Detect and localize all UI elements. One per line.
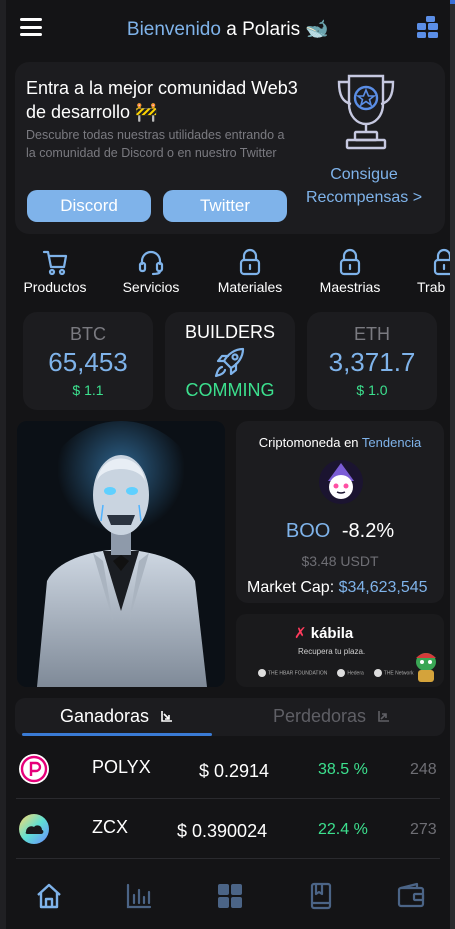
quick-link-materiales[interactable]: Materiales <box>205 248 295 295</box>
coin-price: $ 0.390024 <box>177 821 268 841</box>
row-divider <box>16 858 440 859</box>
coin-rank: 273 <box>410 821 437 838</box>
quick-link-maestrias[interactable]: Maestrias <box>305 248 395 295</box>
eth-change: $ 1.0 <box>356 382 388 398</box>
title-rest: a Polaris 🐋 <box>226 19 330 40</box>
trending-heading: Criptomoneda en Tendencia <box>236 435 444 450</box>
wallet-icon[interactable] <box>397 882 425 910</box>
ad-tagline: Recupera tu plaza. <box>298 647 366 656</box>
partner-item: THE Network <box>373 669 414 677</box>
ad-partners: THE HBAR FOUNDATION Hedera THE Network <box>258 669 414 677</box>
polyx-coin-icon <box>19 754 49 784</box>
quick-link-label: Materiales <box>217 279 283 295</box>
zcx-coin-icon <box>19 814 49 844</box>
btc-symbol: BTC <box>70 324 106 344</box>
tab-gainers[interactable]: Ganadoras <box>60 706 174 727</box>
partner-item: THE HBAR FOUNDATION <box>258 669 327 677</box>
btc-price: 65,453 <box>48 347 128 377</box>
coin-price: $ 0.2914 <box>199 761 270 781</box>
quick-link-productos[interactable]: Productos <box>10 248 100 295</box>
quick-link-label: Trab <box>417 279 446 295</box>
banner-subtitle: Descubre todas nuestras utilidades entra… <box>26 128 285 160</box>
coin-change: 22.4 % <box>318 821 368 838</box>
gainers-losers-tabs: Ganadoras Perdedoras <box>15 698 445 736</box>
community-banner: Entra a la mejor comunidad Web3 de desar… <box>15 62 445 234</box>
kabila-logo: ✗ kábila <box>294 625 354 642</box>
eth-symbol: ETH <box>354 324 390 344</box>
trend-up-icon <box>378 711 390 722</box>
lock-icon <box>239 248 261 276</box>
trending-symbol: BOO <box>285 520 331 542</box>
quick-link-servicios[interactable]: Servicios <box>106 248 196 295</box>
lock-icon <box>339 248 361 276</box>
chart-bars-icon[interactable] <box>125 882 153 910</box>
quick-link-label: Servicios <box>122 279 180 295</box>
partner-item: Hedera <box>337 669 364 677</box>
polaris-logo-icon[interactable] <box>416 15 440 39</box>
tab-losers[interactable]: Perdedoras <box>273 706 391 727</box>
trending-coin-card[interactable]: Criptomoneda en Tendencia BOO -8.2% $3.4… <box>236 421 444 603</box>
trending-heading-text: Criptomoneda en <box>258 435 359 450</box>
market-cap-value: $34,623,545 <box>338 579 428 596</box>
app-screen: Bienvenido a Polaris 🐋 Entra a la mejor … <box>6 0 450 929</box>
trending-change: -8.2% <box>341 520 395 542</box>
eth-price: 3,371.7 <box>328 347 416 377</box>
eth-card[interactable]: ETH 3,371.7 $ 1.0 <box>307 312 437 410</box>
page-title: Bienvenido a Polaris 🐋 <box>6 17 450 41</box>
trending-price-row: BOO -8.2% <box>236 520 444 543</box>
frog-mascot-icon <box>416 653 436 682</box>
ad-brand: kábila <box>310 625 354 642</box>
home-icon[interactable] <box>35 882 63 910</box>
coin-rank: 248 <box>410 761 437 778</box>
market-cap-label: Market Cap: <box>247 579 335 596</box>
table-row[interactable]: POLYX $ 0.2914 38.5 % 248 <box>6 739 450 799</box>
btc-change: $ 1.1 <box>72 382 104 398</box>
market-cap: Market Cap: $34,623,545 <box>247 579 428 597</box>
rewards-link[interactable]: Consigue Recompensas > <box>299 163 429 209</box>
rocket-icon <box>214 347 245 378</box>
trend-down-icon <box>161 711 173 722</box>
trending-heading-accent: Tendencia <box>361 435 422 450</box>
boo-coin-icon <box>319 460 363 504</box>
active-tab-indicator <box>22 733 212 736</box>
table-row[interactable]: ZCX $ 0.390024 22.4 % 273 <box>6 799 450 859</box>
title-accent: Bienvenido <box>126 19 221 40</box>
banner-title: Entra a la mejor comunidad Web3 de desar… <box>26 78 298 122</box>
nft-artwork-image[interactable] <box>17 421 225 687</box>
bottom-navigation <box>6 862 450 929</box>
lock-icon <box>433 248 450 276</box>
builders-status: COMMING <box>185 380 275 400</box>
coin-change: 38.5 % <box>318 761 368 778</box>
discord-button[interactable]: Discord <box>27 190 151 222</box>
quick-links: Productos Servicios Materiales Maestrias… <box>6 248 450 300</box>
trophy-icon <box>337 74 395 150</box>
book-icon[interactable] <box>307 882 335 910</box>
grid-icon[interactable] <box>216 882 244 910</box>
quick-link-label: Productos <box>23 279 87 295</box>
quick-link-trabajos[interactable]: Trab <box>399 248 450 295</box>
headset-icon <box>138 250 164 276</box>
cart-icon <box>42 250 68 276</box>
window-edge-accent <box>450 0 455 4</box>
trending-usd: $3.48 USDT <box>301 553 379 569</box>
kabila-ad-banner[interactable]: ✗ kábila Recupera tu plaza. THE HBAR FOU… <box>236 614 444 687</box>
tab-losers-label: Perdedoras <box>273 706 367 726</box>
btc-card[interactable]: BTC 65,453 $ 1.1 <box>23 312 153 410</box>
hamburger-menu-icon[interactable] <box>20 18 42 36</box>
tab-gainers-label: Ganadoras <box>60 706 150 726</box>
builders-card[interactable]: BUILDERS COMMING <box>165 312 295 410</box>
builders-title: BUILDERS <box>184 322 276 342</box>
coin-symbol: ZCX <box>92 817 128 837</box>
quick-link-label: Maestrias <box>319 279 381 295</box>
coin-symbol: POLYX <box>92 757 151 777</box>
top-bar: Bienvenido a Polaris 🐋 <box>6 0 450 54</box>
window-edge <box>450 0 455 929</box>
twitter-button[interactable]: Twitter <box>163 190 287 222</box>
